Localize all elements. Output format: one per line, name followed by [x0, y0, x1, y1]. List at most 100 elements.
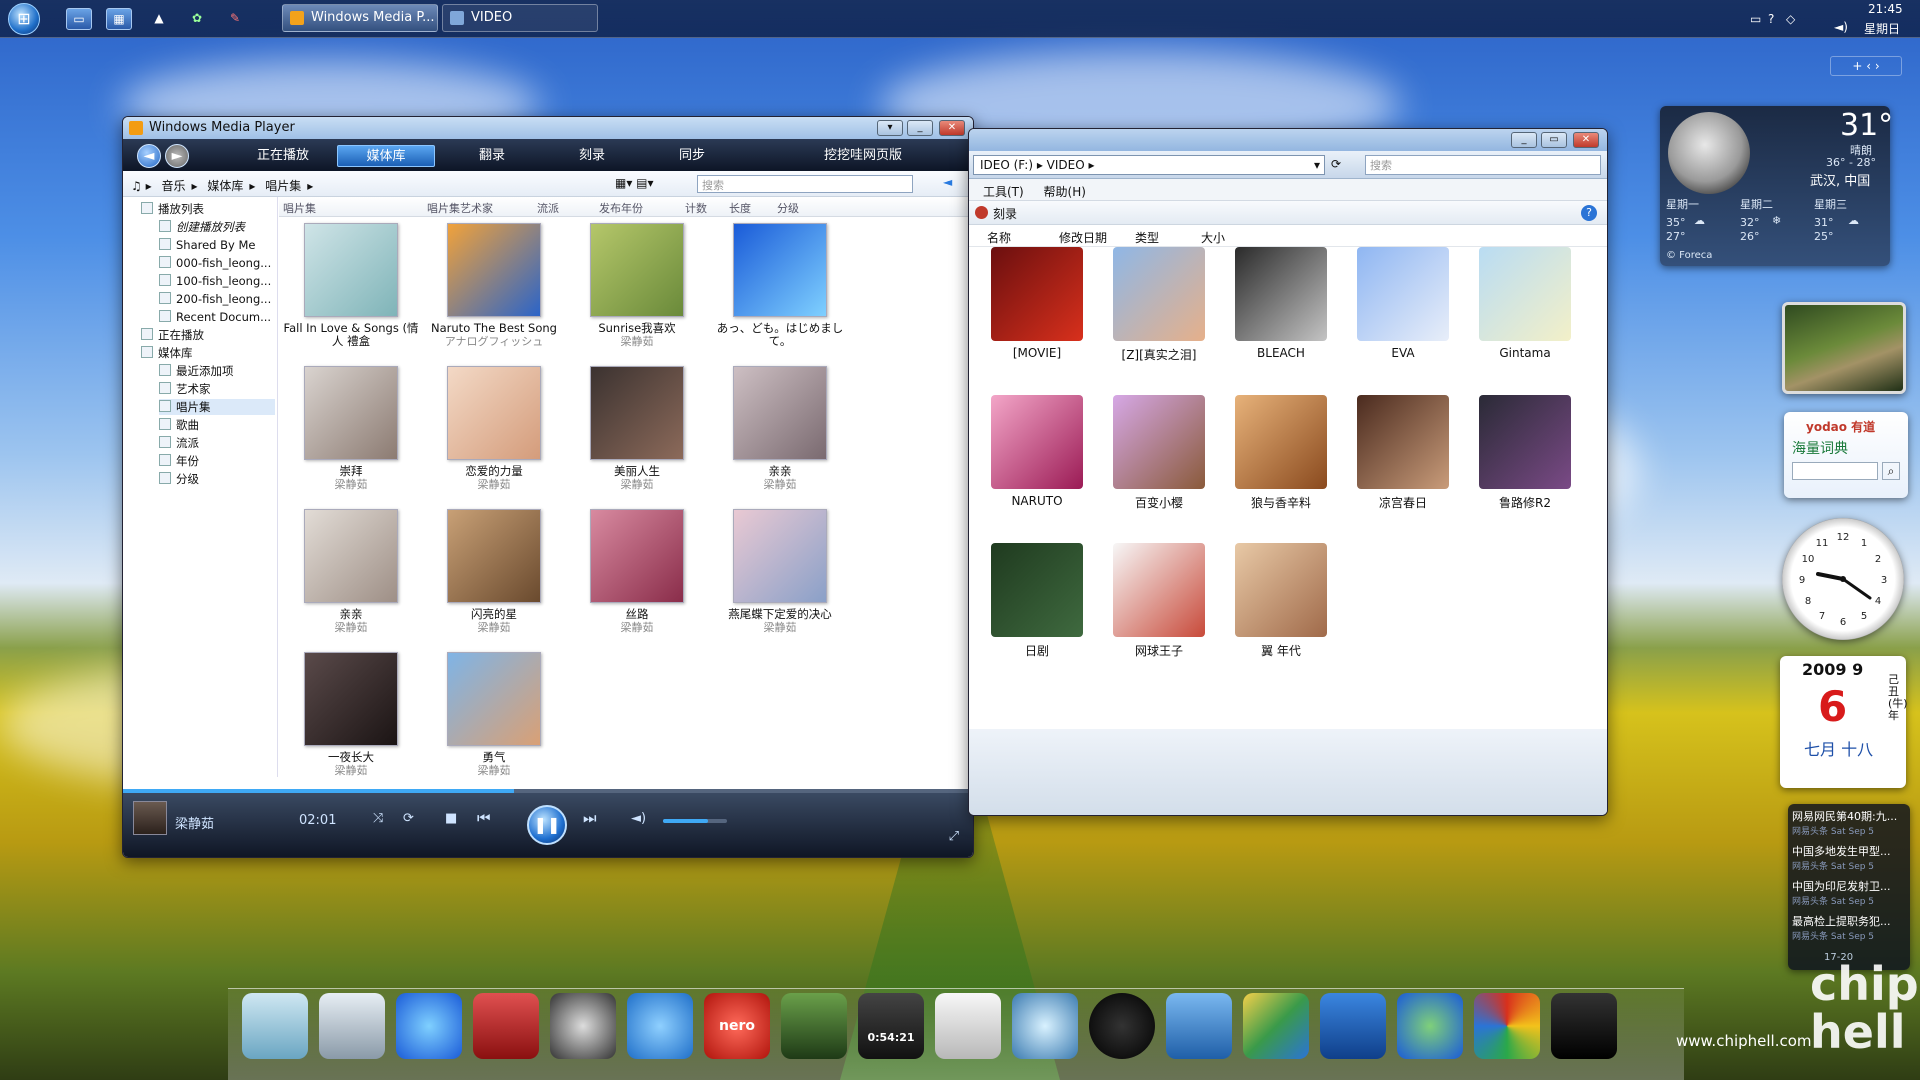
folder-item[interactable]: 狼与香辛料	[1221, 395, 1341, 511]
seek-bar[interactable]	[123, 789, 973, 793]
tasks-icon[interactable]	[319, 993, 385, 1059]
back-icon[interactable]: ◄	[137, 144, 161, 168]
repeat-icon[interactable]: ⟳	[403, 811, 414, 826]
album-tile[interactable]: 恋爱的力量 梁静茹	[424, 366, 564, 491]
tool-icon[interactable]: ✎	[222, 8, 248, 30]
globe-media-icon[interactable]	[1012, 993, 1078, 1059]
speedometer-icon[interactable]	[550, 993, 616, 1059]
switch-windows-icon[interactable]: ▦	[106, 8, 132, 30]
recycle-bin-icon[interactable]	[242, 993, 308, 1059]
pause-button[interactable]: ❚❚	[527, 805, 567, 845]
game-controller-icon[interactable]	[935, 993, 1001, 1059]
address-input[interactable]: IDEO (F:) ▸ VIDEO ▸ ▾	[973, 155, 1325, 175]
tree-item[interactable]: 200-fish_leong...	[159, 291, 275, 307]
tree-item[interactable]: 媒体库	[141, 345, 275, 361]
folder-item[interactable]: BLEACH	[1221, 247, 1341, 360]
sync-icon[interactable]	[1320, 993, 1386, 1059]
folder-item[interactable]: 日剧	[977, 543, 1097, 659]
menu-tools[interactable]: 工具(T)	[983, 185, 1024, 199]
tree-item[interactable]: 分级	[159, 471, 275, 487]
show-desktop-icon[interactable]: ▭	[66, 8, 92, 30]
world-icon[interactable]	[1397, 993, 1463, 1059]
column-header[interactable]: 发布年份	[599, 200, 643, 216]
tree-item[interactable]: 播放列表	[141, 201, 275, 217]
start-button[interactable]: ⊞	[8, 3, 40, 35]
tree-item[interactable]: 艺术家	[159, 381, 275, 397]
slideshow-gadget[interactable]	[1782, 302, 1906, 394]
sync-arrow-icon[interactable]: ◄	[943, 175, 952, 189]
media-player-icon[interactable]	[1166, 993, 1232, 1059]
album-tile[interactable]: あっ、ども。はじめまして。	[710, 223, 850, 348]
explorer-titlebar[interactable]: _ ▭ ✕	[969, 129, 1607, 151]
volume-icon[interactable]: ◄)	[1834, 20, 1848, 34]
tab-web-store[interactable]: 挖挖哇网页版	[743, 145, 943, 167]
now-playing-thumbnail[interactable]	[133, 801, 167, 835]
rocket-icon[interactable]: ▲	[146, 8, 172, 30]
tab-burn[interactable]: 刻录	[543, 145, 641, 167]
weather-gadget[interactable]: 31° 晴朗 36° - 28° 武汉, 中国 星期一 35° 27° 星期二 …	[1660, 106, 1893, 266]
monitor-icon[interactable]	[1551, 993, 1617, 1059]
refresh-icon[interactable]: ⟳	[1331, 157, 1341, 171]
column-header[interactable]: 唱片集艺术家	[427, 200, 493, 216]
folder-item[interactable]: 翼 年代	[1221, 543, 1341, 659]
search-input[interactable]: 搜索	[1365, 155, 1601, 175]
clock-gadget[interactable]: 12 1 2 3 4 5 6 7 8 9 10 11	[1782, 518, 1904, 640]
mute-icon[interactable]: ◄)	[631, 811, 646, 826]
calendar-gadget[interactable]: 2009 9 6 七月 十八 己丑(牛)年	[1780, 656, 1908, 788]
stop-icon[interactable]: ■	[445, 811, 457, 826]
tree-item[interactable]: 000-fish_leong...	[159, 255, 275, 271]
column-header[interactable]: 唱片集	[283, 200, 316, 216]
album-tile[interactable]: 勇气 梁静茹	[424, 652, 564, 777]
tab-now-playing[interactable]: 正在播放	[233, 145, 333, 167]
folder-item[interactable]: [MOVIE]	[977, 247, 1097, 360]
dictionary-gadget[interactable]: yodao 有道 海量词典 ⌕	[1784, 412, 1908, 498]
folder-item[interactable]: NARUTO	[977, 395, 1097, 508]
tree-item[interactable]: 创建播放列表	[159, 219, 275, 235]
column-type[interactable]: 类型	[1135, 229, 1159, 246]
tree-item[interactable]: 100-fish_leong...	[159, 273, 275, 289]
qq-icon[interactable]	[1089, 993, 1155, 1059]
flower-icon[interactable]: ✿	[184, 8, 210, 30]
search-icon[interactable]: ⌕	[1882, 462, 1900, 480]
tab-rip[interactable]: 翻录	[443, 145, 541, 167]
clock-day[interactable]: 星期日	[1864, 20, 1900, 37]
album-tile[interactable]: 亲亲 梁静茹	[281, 509, 421, 634]
internet-explorer-icon[interactable]	[396, 993, 462, 1059]
next-icon[interactable]: ⏭	[583, 809, 597, 827]
folder-item[interactable]: EVA	[1343, 247, 1463, 360]
tree-item[interactable]: 年份	[159, 453, 275, 469]
album-tile[interactable]: Fall In Love & Songs (情人 禮盒	[281, 223, 421, 348]
layout-button[interactable]: ▾	[877, 120, 903, 136]
sidebar-add-gadget-button[interactable]: + ‹ ›	[1830, 56, 1902, 76]
album-tile[interactable]: 丝路 梁静茹	[567, 509, 707, 634]
news-item[interactable]: 最高检上提职务犯... 网易头条 Sat Sep 5	[1792, 913, 1908, 941]
tab-sync[interactable]: 同步	[643, 145, 741, 167]
minimize-button[interactable]: _	[1511, 132, 1537, 148]
breadcrumb-library[interactable]: 媒体库	[207, 177, 243, 194]
help-icon[interactable]: ?	[1768, 12, 1774, 26]
column-header[interactable]: 分级	[777, 200, 799, 216]
taskbar-item-wmp[interactable]: Windows Media P...	[282, 4, 438, 32]
tree-item[interactable]: 正在播放	[141, 327, 275, 343]
chrome-icon[interactable]	[1474, 993, 1540, 1059]
album-tile[interactable]: Naruto The Best Song アナログフィッシュ	[424, 223, 564, 348]
shuffle-icon[interactable]: ⤨	[373, 811, 383, 826]
folder-item[interactable]: 鲁路修R2	[1465, 395, 1585, 511]
folder-item[interactable]: 网球王子	[1099, 543, 1219, 659]
close-button[interactable]: ✕	[1573, 132, 1599, 148]
maximize-button[interactable]: ▭	[1541, 132, 1567, 148]
view-options-icon[interactable]: ▦▾ ▤▾	[615, 176, 654, 190]
search-input[interactable]: 搜索	[697, 175, 913, 193]
photo-icon[interactable]	[781, 993, 847, 1059]
wmp-titlebar[interactable]: Windows Media Player ▾ _ ✕	[123, 117, 973, 139]
volume-slider[interactable]	[663, 819, 727, 823]
tree-item[interactable]: 流派	[159, 435, 275, 451]
nero-icon[interactable]: nero	[704, 993, 770, 1059]
folder-item[interactable]: Gintama	[1465, 247, 1585, 360]
tree-item[interactable]: Recent Docum...	[159, 309, 275, 325]
network-icon[interactable]: ▭	[1750, 12, 1761, 26]
video-editor-icon[interactable]: 0:54:21	[858, 993, 924, 1059]
column-modified[interactable]: 修改日期	[1059, 229, 1107, 246]
folder-item[interactable]: 百变小樱	[1099, 395, 1219, 511]
album-tile[interactable]: Sunrise我喜欢 梁静茹	[567, 223, 707, 348]
